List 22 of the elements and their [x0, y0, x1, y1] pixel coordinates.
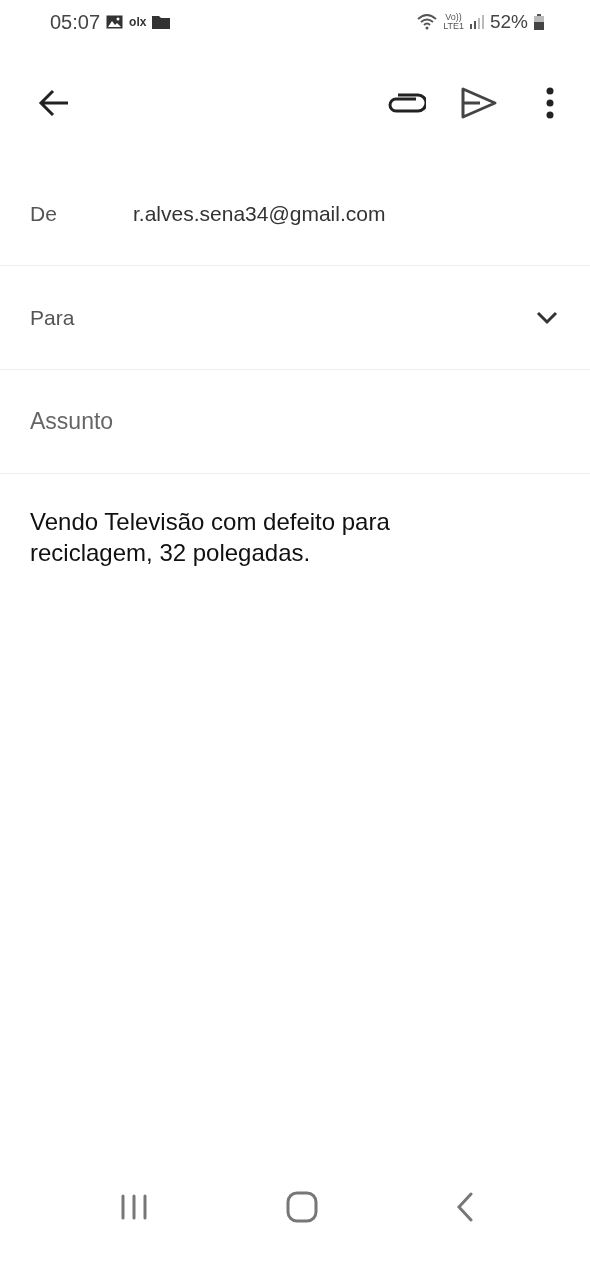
notification-text: olx — [129, 15, 147, 29]
send-icon — [460, 87, 498, 119]
home-icon — [286, 1191, 318, 1223]
signal-icon — [469, 15, 484, 29]
more-icon — [546, 87, 554, 119]
back-chevron-icon — [456, 1192, 474, 1222]
folder-icon — [152, 15, 171, 29]
network-label: Vo)) LTE1 — [443, 13, 464, 31]
subject-field[interactable]: Assunto — [30, 408, 560, 435]
chevron-icon — [536, 310, 558, 325]
wifi-icon — [417, 14, 438, 30]
recent-apps-icon — [120, 1194, 148, 1220]
to-label: Para — [30, 305, 76, 330]
battery-percentage: 52% — [489, 11, 528, 33]
battery-icon — [534, 14, 544, 30]
message-body[interactable]: Vendo Televisão com defeito para reciclagem, 32 polegadas. — [0, 474, 480, 568]
back-arrow-icon — [38, 89, 70, 117]
image-icon — [106, 15, 124, 29]
paperclip-icon — [386, 91, 426, 115]
sender-address[interactable]: r.alves.sena34@gmail.com — [133, 201, 386, 226]
from-label: De — [30, 201, 58, 226]
status-time: 05:07 — [50, 10, 101, 34]
